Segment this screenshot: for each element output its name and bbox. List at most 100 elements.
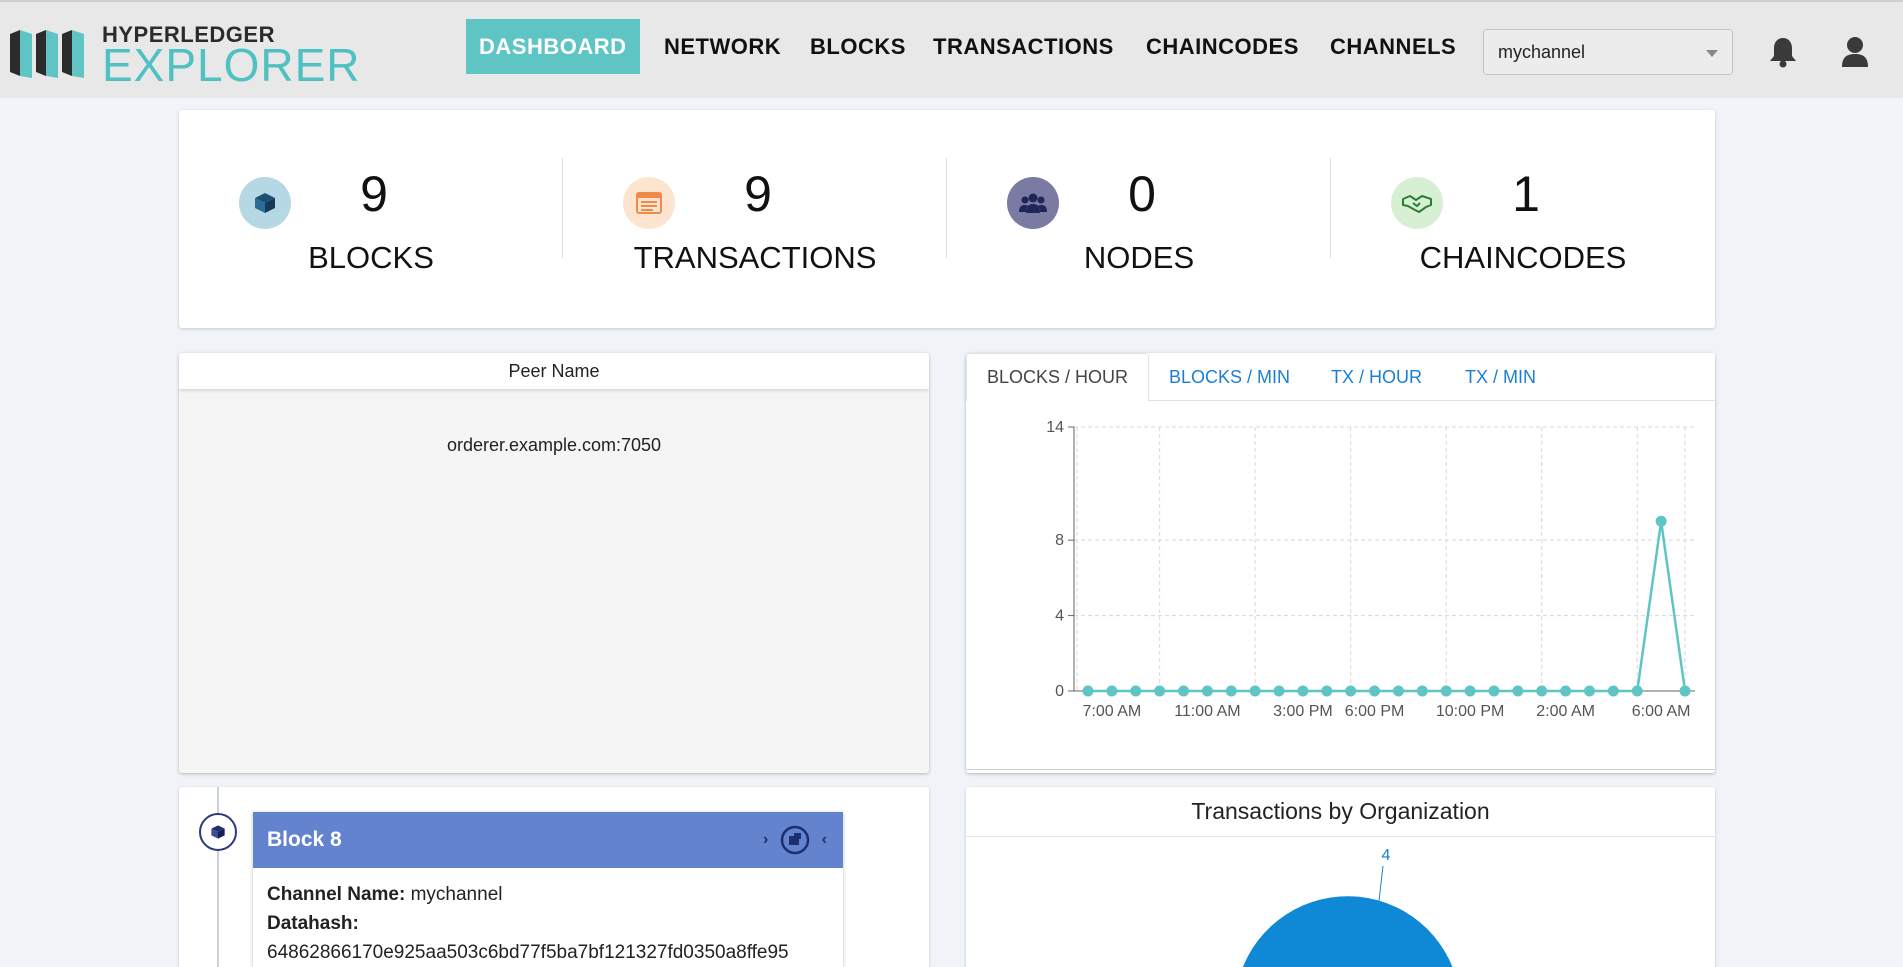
peer-name-column-header[interactable]: Peer Name bbox=[179, 353, 929, 389]
data-point bbox=[1130, 685, 1142, 697]
stat-blocks-value: 9 bbox=[360, 166, 388, 222]
blocks-per-hour-chart: 0 4 8 14 7:00 AM 11:00 AM 3:00 PM 6:00 PM 10:00 … bbox=[1046, 419, 1695, 720]
bell-icon bbox=[1770, 38, 1796, 68]
tab-blocks-hour[interactable]: BLOCKS / HOUR bbox=[966, 353, 1150, 402]
data-point bbox=[1631, 685, 1643, 697]
data-point bbox=[1154, 685, 1166, 697]
list-icon bbox=[636, 192, 662, 214]
data-point bbox=[1273, 685, 1285, 697]
org-pie-chart: 4 bbox=[1236, 847, 1456, 967]
data-point bbox=[1560, 685, 1572, 697]
transactions-by-org-card: Transactions by Organization 4 bbox=[966, 787, 1715, 967]
block-item[interactable]: Block 8 › ‹ Channel Name: mychannel Data… bbox=[253, 812, 843, 967]
data-point bbox=[1178, 685, 1190, 697]
datahash-label: Datahash: bbox=[267, 913, 359, 934]
cube-icon bbox=[255, 193, 275, 213]
data-point bbox=[1321, 685, 1333, 697]
blocks-chart-card: BLOCKS / HOUR BLOCKS / MIN TX / HOUR TX … bbox=[966, 353, 1715, 773]
data-point bbox=[1440, 685, 1452, 697]
block-header: Block 8 › ‹ bbox=[253, 812, 843, 868]
nav-blocks[interactable]: BLOCKS bbox=[810, 19, 906, 74]
notifications-button[interactable] bbox=[1763, 32, 1803, 72]
x-tick-label: 7:00 AM bbox=[1083, 703, 1142, 720]
nav-dashboard[interactable]: DASHBOARD bbox=[466, 19, 640, 74]
x-tick-label: 11:00 AM bbox=[1174, 703, 1240, 720]
y-tick-label: 14 bbox=[1046, 419, 1064, 436]
block-title: Block 8 bbox=[267, 828, 342, 851]
stat-nodes: 0 NODES bbox=[947, 110, 1331, 328]
peer-row: orderer.example.com:7050 bbox=[446, 435, 662, 455]
x-tick-label: 3:00 PM bbox=[1273, 703, 1333, 720]
chevron-down-icon bbox=[1706, 50, 1718, 57]
stat-transactions-icon-circle bbox=[623, 177, 675, 229]
x-tick-label: 2:00 AM bbox=[1536, 703, 1595, 720]
series-line bbox=[1088, 521, 1687, 693]
pie-slice-label: 4 bbox=[1382, 847, 1391, 864]
logo-text-bottom: EXPLORER bbox=[102, 39, 361, 91]
data-point bbox=[1082, 685, 1094, 697]
tab-tx-min[interactable]: TX / MIN bbox=[1465, 353, 1536, 401]
stat-transactions-label: TRANSACTIONS bbox=[633, 240, 877, 275]
data-point bbox=[1488, 685, 1500, 697]
pie-slice-org1[interactable] bbox=[1236, 896, 1456, 967]
data-point bbox=[1655, 515, 1667, 527]
x-tick-label: 6:00 AM bbox=[1632, 703, 1691, 720]
data-point bbox=[1679, 685, 1691, 697]
block-details-button[interactable]: › ‹ bbox=[763, 822, 827, 858]
users-icon bbox=[1019, 193, 1047, 213]
block-datahash-label: Datahash: bbox=[267, 909, 789, 938]
channel-select-value: mychannel bbox=[1498, 41, 1586, 62]
y-tick-label: 0 bbox=[1055, 683, 1064, 700]
stat-blocks-icon-circle bbox=[239, 177, 291, 229]
stats-card: 9 BLOCKS 9 TRANSACTIONS 0 NODES 1 CHAINC… bbox=[179, 110, 1715, 328]
block-channel-row: Channel Name: mychannel bbox=[267, 880, 789, 909]
logo-mark-icon bbox=[10, 30, 84, 78]
channel-select[interactable]: mychannel bbox=[1483, 29, 1733, 75]
x-tick-label: 10:00 PM bbox=[1436, 703, 1504, 720]
chevron-right-icon: › bbox=[763, 831, 769, 848]
stat-chaincodes: 1 CHAINCODES bbox=[1331, 110, 1715, 328]
stat-chaincodes-value: 1 bbox=[1512, 166, 1540, 222]
block-view-icon bbox=[780, 825, 810, 855]
nav-network[interactable]: NETWORK bbox=[664, 19, 781, 74]
x-tick-label: 6:00 PM bbox=[1345, 703, 1405, 720]
channel-name-label: Channel Name: bbox=[267, 884, 406, 905]
block-timeline-card: Block 8 › ‹ Channel Name: mychannel Data… bbox=[179, 787, 929, 967]
data-point bbox=[1249, 685, 1261, 697]
stat-transactions-value: 9 bbox=[744, 166, 772, 222]
data-point bbox=[1201, 685, 1213, 697]
cube-icon bbox=[211, 825, 225, 839]
org-chart-title: Transactions by Organization bbox=[966, 787, 1715, 837]
stat-chaincodes-icon-circle bbox=[1391, 177, 1443, 229]
block-datahash-value: 64862866170e925aa503c6bd77f5ba7bf121327f… bbox=[267, 942, 789, 963]
pie-label-leader bbox=[1378, 865, 1384, 902]
data-point bbox=[1464, 685, 1476, 697]
data-point bbox=[1225, 685, 1237, 697]
data-point bbox=[1607, 685, 1619, 697]
y-tick-label: 8 bbox=[1055, 532, 1064, 549]
data-point bbox=[1583, 685, 1595, 697]
stat-nodes-icon-circle bbox=[1007, 177, 1059, 229]
handshake-icon bbox=[1402, 195, 1432, 213]
stat-transactions: 9 TRANSACTIONS bbox=[563, 110, 947, 328]
hyperledger-explorer-logo[interactable]: HYPERLEDGER EXPLORER bbox=[10, 22, 360, 88]
nav-channels[interactable]: CHANNELS bbox=[1330, 19, 1456, 74]
nav-transactions[interactable]: TRANSACTIONS bbox=[933, 19, 1114, 74]
data-point bbox=[1416, 685, 1428, 697]
nav-chaincodes[interactable]: CHAINCODES bbox=[1146, 19, 1299, 74]
data-point bbox=[1106, 685, 1118, 697]
stat-blocks-label: BLOCKS bbox=[308, 240, 434, 275]
block-body: Channel Name: mychannel Datahash: 648628… bbox=[267, 880, 789, 967]
tab-tx-hour[interactable]: TX / HOUR bbox=[1331, 353, 1422, 401]
channel-name-value: mychannel bbox=[410, 884, 503, 905]
stat-nodes-value: 0 bbox=[1128, 166, 1156, 222]
tab-blocks-min[interactable]: BLOCKS / MIN bbox=[1169, 353, 1290, 401]
data-point bbox=[1297, 685, 1309, 697]
data-point bbox=[1392, 685, 1404, 697]
timeline-dot bbox=[199, 813, 237, 851]
chart-tabs: BLOCKS / HOUR BLOCKS / MIN TX / HOUR TX … bbox=[966, 353, 1715, 402]
y-tick-label: 4 bbox=[1055, 608, 1064, 625]
data-point bbox=[1369, 685, 1381, 697]
user-menu-button[interactable] bbox=[1835, 32, 1875, 72]
stat-chaincodes-label: CHAINCODES bbox=[1419, 240, 1627, 275]
